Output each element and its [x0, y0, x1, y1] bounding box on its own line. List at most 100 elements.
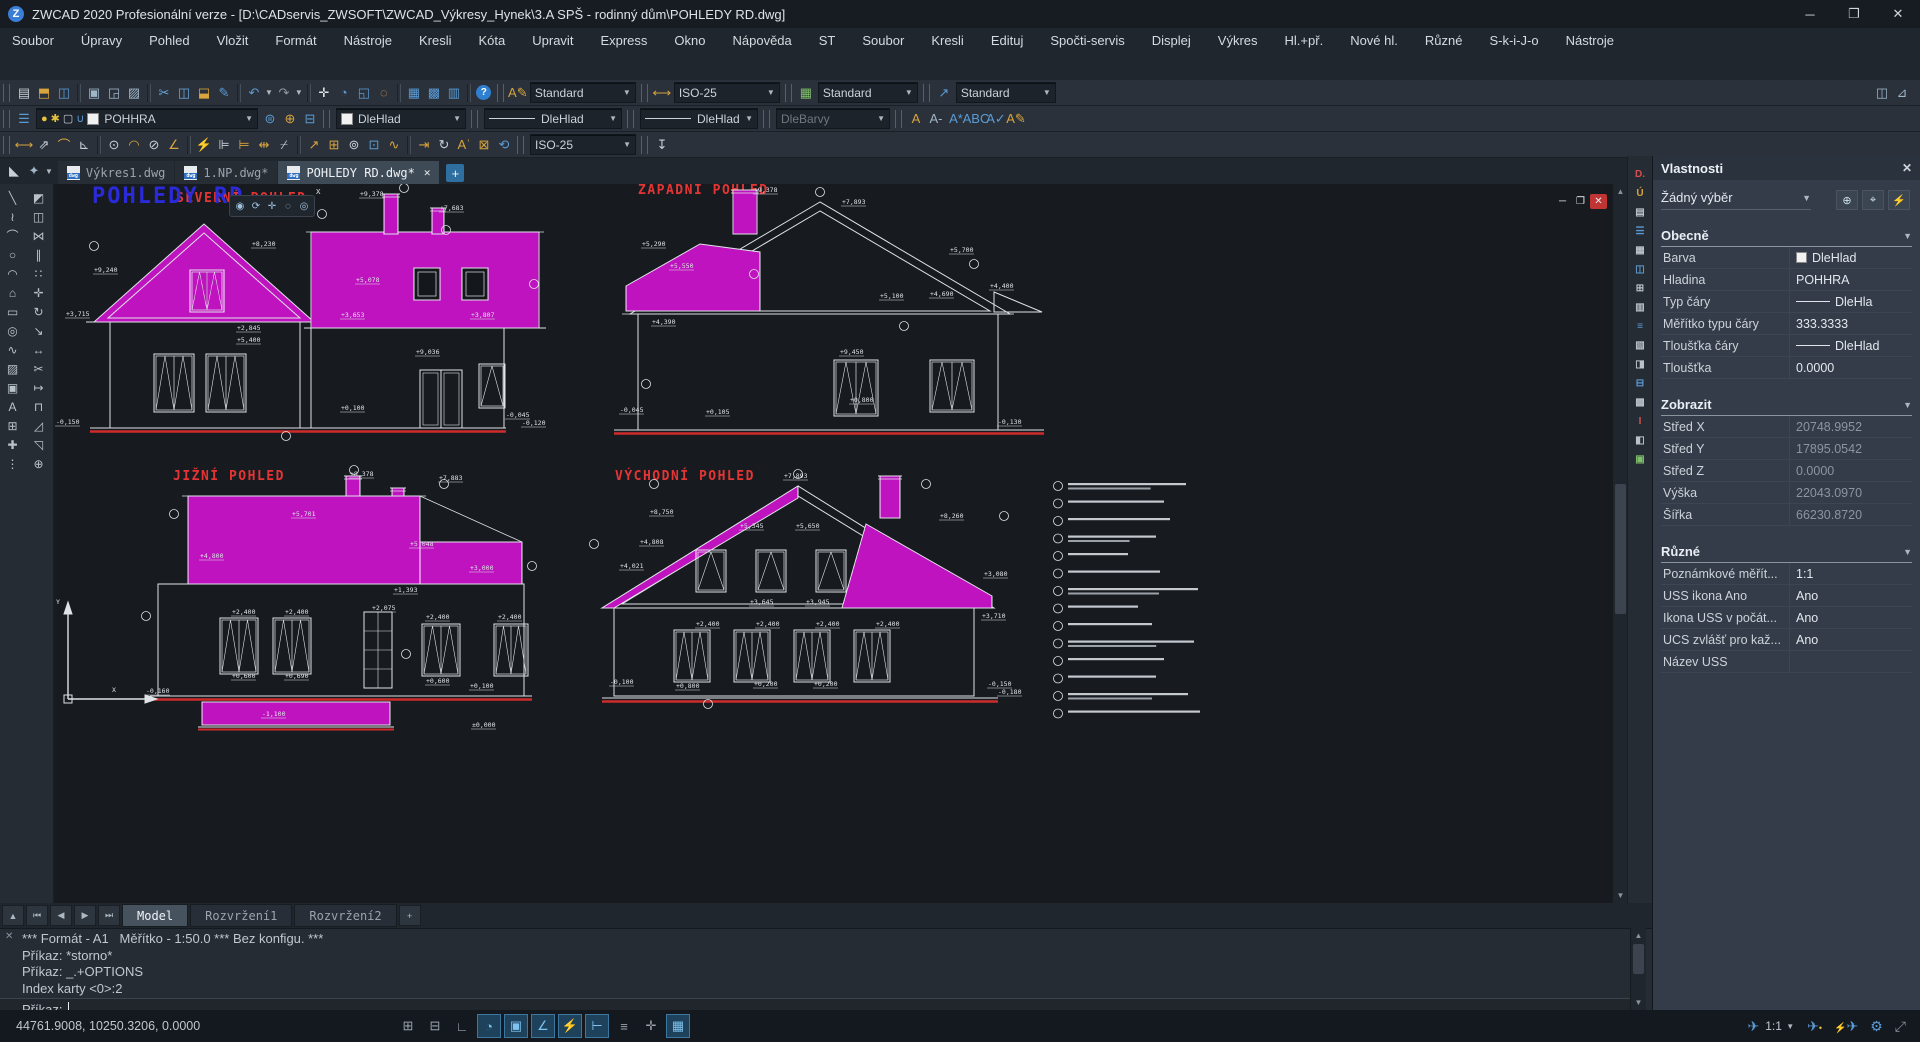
draw-tool-icon-4[interactable]: ◠: [1, 264, 25, 283]
paste-icon[interactable]: ⬓: [194, 83, 214, 103]
docked-strip-icon-0[interactable]: D.: [1631, 166, 1650, 183]
docked-strip-icon-1[interactable]: Ú: [1631, 185, 1650, 202]
modify-tool-icon-12[interactable]: ◿: [27, 416, 51, 435]
draw-tool-icon-13[interactable]: ✚: [1, 435, 25, 454]
doc-close-button[interactable]: ✕: [1590, 194, 1607, 209]
modify-tool-icon-7[interactable]: ↘: [27, 321, 51, 340]
menu-r-zn--21[interactable]: Různé: [1425, 33, 1463, 48]
polar-icon[interactable]: ◔: [477, 1014, 501, 1038]
draw-tool-icon-9[interactable]: ▨: [1, 359, 25, 378]
props-value[interactable]: Ano: [1789, 607, 1912, 628]
props-value[interactable]: [1789, 651, 1912, 672]
cmd-scroll-up-icon[interactable]: ▲: [1631, 928, 1646, 943]
layout-tab-model[interactable]: Model: [122, 904, 188, 927]
menu-k-ta-7[interactable]: Kóta: [479, 33, 506, 48]
menu-vlo-it-3[interactable]: Vložit: [217, 33, 249, 48]
angle-snap-icon[interactable]: ∠: [531, 1014, 555, 1038]
modify-tool-icon-6[interactable]: ↻: [27, 302, 51, 321]
zoom-previous-icon[interactable]: ◌: [374, 83, 394, 103]
dim-style-dropdown-2[interactable]: ISO-25▼: [530, 134, 636, 155]
vp-view-icon[interactable]: ◉: [232, 198, 248, 214]
cmd-scroll-down-icon[interactable]: ▼: [1631, 995, 1646, 1010]
docked-strip-icon-10[interactable]: ◨: [1631, 356, 1650, 373]
scroll-up-icon[interactable]: ▲: [1613, 184, 1628, 199]
menu-nov-hl--20[interactable]: Nové hl.: [1350, 33, 1398, 48]
dim-quick-icon[interactable]: ⚡: [194, 135, 214, 155]
menu-upravit-8[interactable]: Upravit: [532, 33, 573, 48]
dim-update-icon[interactable]: ⟲: [494, 135, 514, 155]
props-value[interactable]: DleHlad: [1789, 247, 1912, 268]
layer-unlock-icon[interactable]: ∪: [76, 112, 84, 125]
dyn-ucs-icon[interactable]: ⊢: [585, 1014, 609, 1038]
menu-pohled-2[interactable]: Pohled: [149, 33, 189, 48]
tab-menu-icon[interactable]: ▲: [2, 905, 24, 926]
dim-center-mark-icon[interactable]: ⊚: [344, 135, 364, 155]
annotation-scale-icon[interactable]: ✈: [1747, 1018, 1759, 1035]
draw-tool-icon-10[interactable]: ▣: [1, 378, 25, 397]
text-style-icon[interactable]: A✎: [508, 83, 528, 103]
new-file-icon[interactable]: ▤: [14, 83, 34, 103]
modify-tool-icon-9[interactable]: ✂: [27, 359, 51, 378]
draw-tool-icon-6[interactable]: ▭: [1, 302, 25, 321]
modify-tool-icon-3[interactable]: ∥: [27, 245, 51, 264]
draw-tool-icon-11[interactable]: A: [1, 397, 25, 416]
properties-close-icon[interactable]: ✕: [1902, 161, 1912, 175]
dim-tolerance-icon[interactable]: ⊞: [324, 135, 344, 155]
redo-icon-dropdown[interactable]: ▼: [295, 88, 303, 97]
edit-text-icon[interactable]: A✎: [1006, 109, 1026, 129]
grid-icon[interactable]: ⊞: [396, 1014, 420, 1038]
vp-settings-icon[interactable]: ◎: [296, 198, 312, 214]
modify-tool-icon-10[interactable]: ↦: [27, 378, 51, 397]
otrack-icon[interactable]: ⚡: [558, 1014, 582, 1038]
menu-n-pov-da-11[interactable]: Nápověda: [732, 33, 791, 48]
dim-linear-icon[interactable]: ⟷: [14, 135, 34, 155]
menu-express-9[interactable]: Express: [600, 33, 647, 48]
menu-soubor-0[interactable]: Soubor: [12, 33, 54, 48]
settings-gear-icon[interactable]: ⚙: [1870, 1018, 1883, 1035]
modify-tool-icon-0[interactable]: ◩: [27, 188, 51, 207]
linetype-dropdown[interactable]: DleHlad▼: [484, 108, 622, 129]
vp-zoom-icon[interactable]: ◌: [280, 198, 296, 214]
selection-dropdown[interactable]: Žádný výběr ▼: [1661, 190, 1811, 210]
layout-tab-rozvržení2[interactable]: Rozvržení2: [294, 904, 396, 927]
pan-icon[interactable]: ✛: [314, 83, 334, 103]
undo-icon[interactable]: ↶: [244, 83, 264, 103]
vp-pan-icon[interactable]: ✛: [264, 198, 280, 214]
cut-icon[interactable]: ✂: [154, 83, 174, 103]
snap-icon[interactable]: ⊟: [423, 1014, 447, 1038]
props-value[interactable]: Ano: [1789, 629, 1912, 650]
zoom-realtime-icon[interactable]: ◔: [334, 83, 354, 103]
menu-kresli-14[interactable]: Kresli: [931, 33, 964, 48]
dim-arc-icon[interactable]: ⌒: [54, 135, 74, 155]
properties-palette-icon[interactable]: ▦: [404, 83, 424, 103]
modify-tool-icon-13[interactable]: ◹: [27, 435, 51, 454]
copy-icon[interactable]: ◫: [174, 83, 194, 103]
dim-diameter-icon[interactable]: ⊘: [144, 135, 164, 155]
undo-icon-dropdown[interactable]: ▼: [265, 88, 273, 97]
modify-tool-icon-8[interactable]: ↔: [27, 340, 51, 359]
dim-baseline-icon[interactable]: ⊫: [214, 135, 234, 155]
dim-spacing-icon[interactable]: ⇹: [254, 135, 274, 155]
plot-icon[interactable]: ▨: [124, 83, 144, 103]
mtext-icon[interactable]: A: [906, 109, 926, 129]
docked-strip-icon-12[interactable]: ▩: [1631, 394, 1650, 411]
docked-strip-icon-2[interactable]: ▤: [1631, 204, 1650, 221]
annotation-scale-dropdown[interactable]: 1:1 ▼: [1765, 1019, 1795, 1033]
sheet-set-icon[interactable]: ▥: [444, 83, 464, 103]
tab-prev-icon[interactable]: ◀: [50, 905, 72, 926]
lineweight-icon[interactable]: ≡: [612, 1014, 636, 1038]
menu-edituj-15[interactable]: Edituj: [991, 33, 1024, 48]
docked-strip-icon-8[interactable]: ≡: [1631, 318, 1650, 335]
menu-okno-10[interactable]: Okno: [674, 33, 705, 48]
modify-tool-icon-5[interactable]: ✛: [27, 283, 51, 302]
draw-tool-icon-7[interactable]: ◎: [1, 321, 25, 340]
dim-break-icon[interactable]: ⌿: [274, 135, 294, 155]
dim-jogged-icon[interactable]: ◠: [124, 135, 144, 155]
close-button[interactable]: ✕: [1876, 0, 1920, 28]
menu-kresli-6[interactable]: Kresli: [419, 33, 452, 48]
single-text-icon[interactable]: A-: [926, 109, 946, 129]
print-icon[interactable]: ▣: [84, 83, 104, 103]
table-style-icon[interactable]: ▦: [796, 83, 816, 103]
ortho-icon[interactable]: ∟: [450, 1014, 474, 1038]
draw-tool-icon-1[interactable]: ≀: [1, 207, 25, 226]
